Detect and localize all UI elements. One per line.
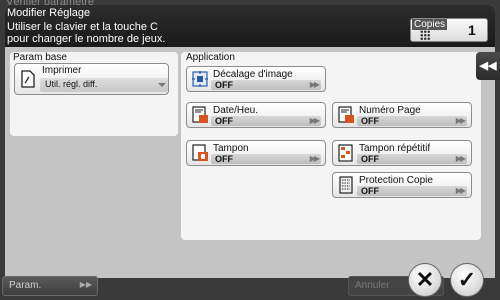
base-settings-label: Param base (13, 52, 67, 63)
forward-arrow-icon: ▶▶ (79, 280, 92, 289)
ok-button[interactable]: ✓ (450, 263, 484, 297)
stamp-repeat-icon (338, 144, 353, 162)
param-button[interactable]: Param. ▶▶ (2, 276, 98, 296)
forward-arrow-icon: ▶▶ (309, 116, 320, 125)
image-shift-icon (192, 71, 208, 87)
print-setting-value: Util. régl. diff. (45, 79, 98, 89)
image-shift-value: OFF (215, 80, 233, 90)
check-icon: ✓ (457, 267, 477, 292)
stamp-icon (192, 144, 208, 161)
param-label: Param. (9, 280, 42, 291)
document-icon (21, 70, 35, 88)
application-label: Application (186, 52, 235, 63)
stamp-button[interactable]: Tampon OFF ▶▶ (186, 140, 326, 166)
dialog-title: Modifier Réglage (7, 7, 91, 19)
copy-protection-value: OFF (361, 186, 379, 196)
close-icon: ✕ (415, 267, 435, 292)
forward-arrow-icon: ▶▶ (455, 154, 466, 163)
instruction-line-2: pour changer le nombre de jeux. (7, 33, 166, 45)
image-shift-button[interactable]: Décalage d'image OFF ▶▶ (186, 66, 326, 92)
copy-protection-icon (339, 176, 353, 194)
stamp-repeat-title: Tampon répétitif (359, 143, 431, 154)
page-number-button[interactable]: Numéro Page OFF ▶▶ (332, 102, 472, 128)
annuler-label: Annuler (355, 280, 390, 291)
copies-label: Copies (412, 19, 448, 30)
forward-arrow-icon: ▶▶ (309, 154, 320, 163)
page-number-icon (338, 106, 354, 123)
date-time-title: Date/Heu. (213, 105, 259, 116)
copy-protection-button[interactable]: Protection Copie OFF ▶▶ (332, 172, 472, 198)
stamp-repeat-value: OFF (361, 154, 379, 164)
print-setting-title: Imprimer (42, 65, 82, 76)
copies-value: 1 (468, 22, 476, 38)
keypad-icon (420, 30, 430, 40)
cancel-button[interactable]: ✕ (408, 263, 442, 297)
image-shift-title: Décalage d'image (213, 69, 293, 80)
chevron-down-icon (158, 83, 166, 87)
forward-arrow-icon: ▶▶ (455, 116, 466, 125)
forward-arrow-icon: ▶▶ (455, 186, 466, 195)
date-time-value: OFF (215, 116, 233, 126)
instruction-line-1: Utiliser le clavier et la touche C (7, 21, 159, 33)
date-time-button[interactable]: Date/Heu. OFF ▶▶ (186, 102, 326, 128)
stamp-repeat-button[interactable]: Tampon répétitif OFF ▶▶ (332, 140, 472, 166)
stamp-value: OFF (215, 154, 233, 164)
page-number-title: Numéro Page (359, 105, 421, 116)
stamp-title: Tampon (213, 143, 249, 154)
side-panel-toggle[interactable]: ◀◀ (476, 52, 500, 80)
copy-protection-title: Protection Copie (359, 175, 433, 186)
date-time-icon (192, 106, 208, 123)
page-number-value: OFF (361, 116, 379, 126)
forward-arrow-icon: ▶▶ (309, 80, 320, 89)
